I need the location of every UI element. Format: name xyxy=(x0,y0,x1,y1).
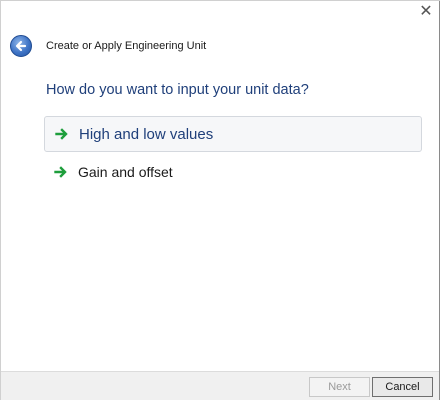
close-icon: ✕ xyxy=(419,3,433,20)
cancel-button[interactable]: Cancel xyxy=(372,377,433,397)
option-gain-offset[interactable]: Gain and offset xyxy=(44,154,422,190)
option-label: Gain and offset xyxy=(78,164,173,180)
next-button[interactable]: Next xyxy=(309,377,370,397)
wizard-title: Create or Apply Engineering Unit xyxy=(46,40,207,52)
option-label: High and low values xyxy=(79,125,214,143)
green-arrow-icon xyxy=(55,127,69,141)
green-arrow-icon xyxy=(54,165,68,179)
option-high-low-values[interactable]: High and low values xyxy=(44,116,422,152)
window-border-left xyxy=(0,0,1,400)
window-border-top xyxy=(0,0,440,1)
close-button[interactable]: ✕ xyxy=(413,0,439,22)
wizard-window: ✕ Create or Apply Engineering Unit How d… xyxy=(0,0,440,400)
back-button[interactable] xyxy=(10,35,32,57)
page-question: How do you want to input your unit data? xyxy=(46,82,309,98)
back-arrow-icon xyxy=(15,40,27,52)
